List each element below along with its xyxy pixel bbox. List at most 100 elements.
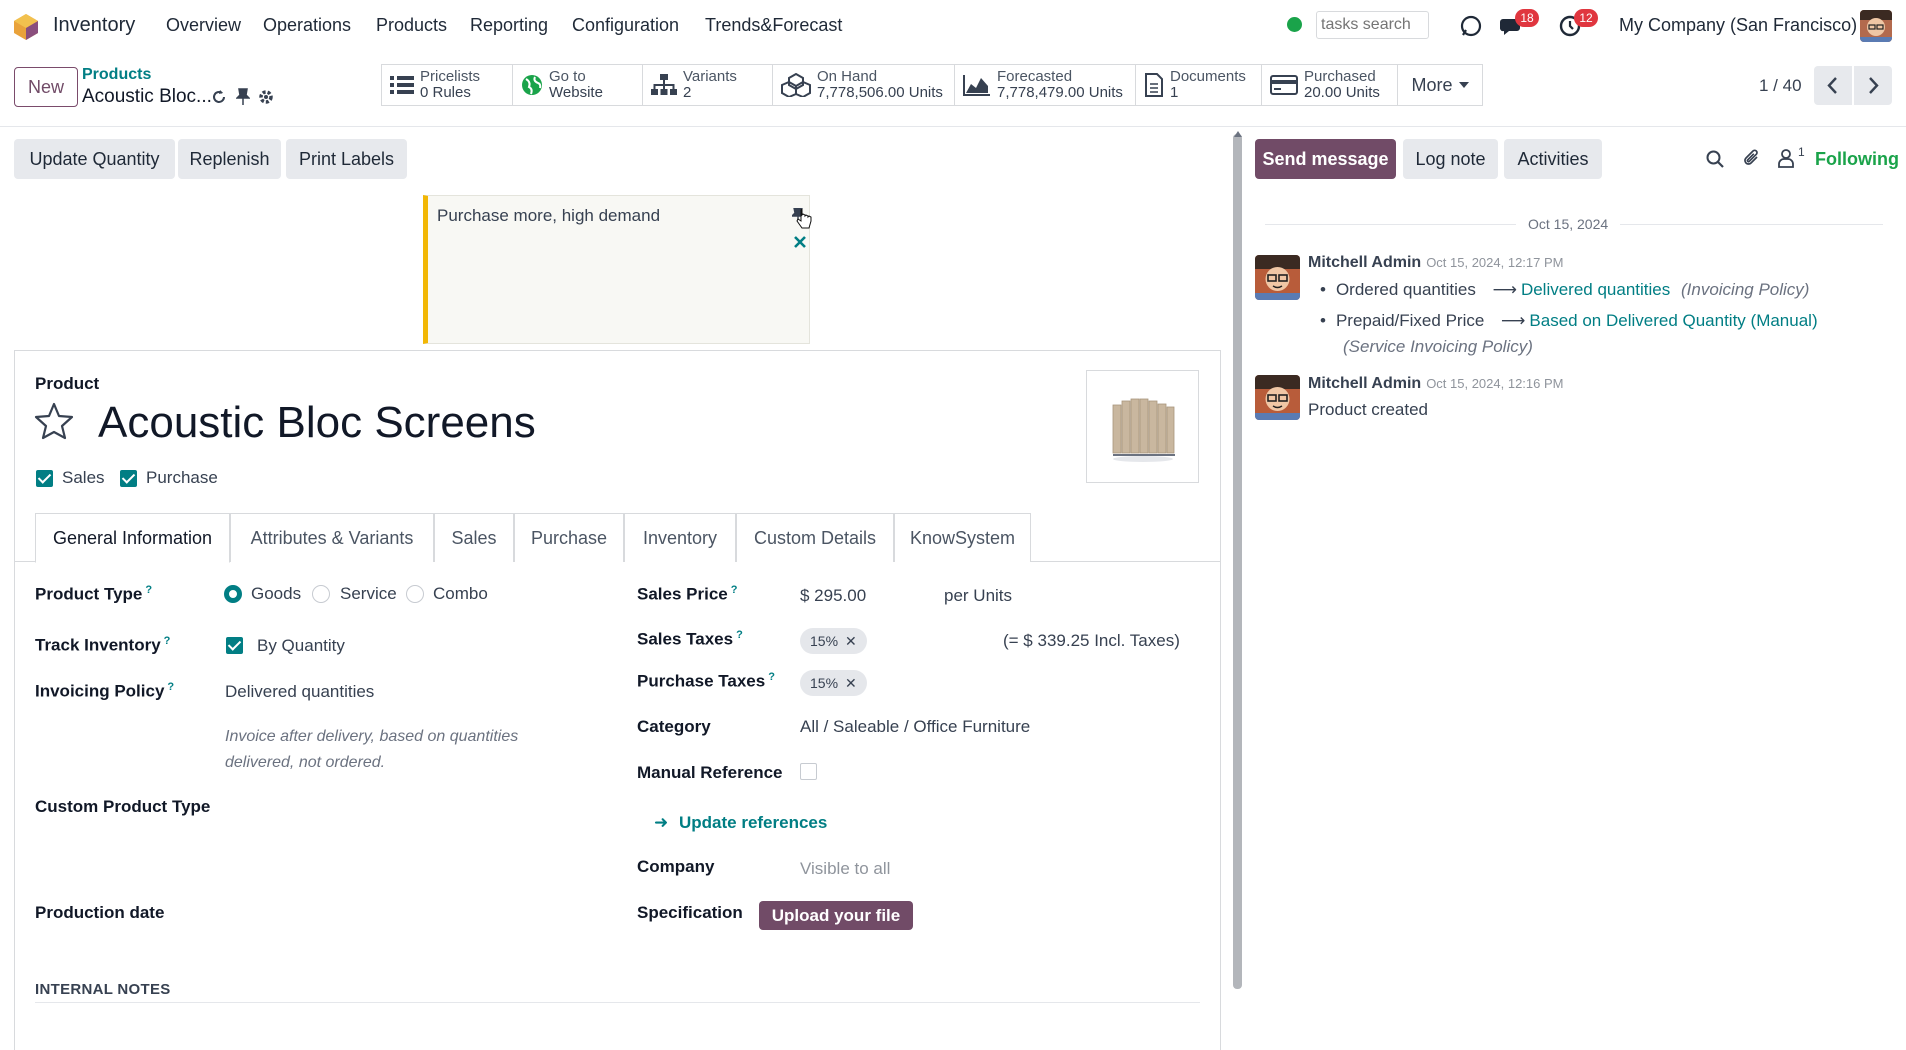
- voip-phone-icon[interactable]: [1459, 14, 1483, 38]
- cubes-icon: [781, 73, 811, 97]
- product-type-service-label[interactable]: Service: [340, 584, 397, 604]
- stat-pricelists[interactable]: Pricelists 0 Rules: [382, 65, 513, 105]
- category-label: Category: [637, 717, 711, 736]
- revert-icon[interactable]: [210, 88, 228, 106]
- purchase-taxes-label: Purchase Taxes?: [637, 671, 775, 691]
- presence-status-icon: [1287, 17, 1302, 32]
- invoicing-policy-select[interactable]: Delivered quantities: [225, 682, 374, 702]
- more-label: More: [1411, 74, 1453, 95]
- menu-reporting[interactable]: Reporting: [470, 15, 548, 36]
- replenish-button[interactable]: Replenish: [178, 139, 281, 179]
- favorite-star-icon[interactable]: [34, 402, 74, 440]
- message-author[interactable]: Mitchell Admin Oct 15, 2024, 12:17 PM: [1308, 254, 1564, 272]
- menu-trends-forecast[interactable]: Trends&Forecast: [705, 15, 842, 36]
- company-switcher[interactable]: My Company (San Francisco): [1619, 15, 1857, 36]
- update-references-button[interactable]: ➜ Update references: [654, 813, 827, 833]
- breadcrumb-parent[interactable]: Products: [82, 66, 151, 84]
- pager-next-button[interactable]: [1854, 66, 1892, 105]
- app-logo-icon[interactable]: [14, 14, 38, 40]
- sales-price-input[interactable]: $ 295.00: [800, 586, 866, 606]
- tab-inventory[interactable]: Inventory: [624, 513, 736, 562]
- stat-title: Variants: [683, 68, 737, 85]
- stat-on-hand[interactable]: On Hand 7,778,506.00 Units: [773, 65, 955, 105]
- attachment-paperclip-icon[interactable]: [1742, 148, 1762, 168]
- form-scrollbar[interactable]: [1233, 134, 1242, 989]
- product-type-label: Product Type?: [35, 584, 153, 604]
- bullet-icon: •: [1320, 311, 1326, 330]
- message-author[interactable]: Mitchell Admin Oct 15, 2024, 12:16 PM: [1308, 375, 1564, 393]
- track-inventory-value[interactable]: By Quantity: [257, 636, 345, 656]
- document-icon: [1144, 73, 1164, 97]
- product-type-service-radio[interactable]: [312, 585, 330, 603]
- pin-icon[interactable]: [236, 88, 250, 106]
- track-inventory-checkbox[interactable]: [226, 637, 243, 654]
- product-type-goods-radio[interactable]: [224, 585, 242, 603]
- activities-button[interactable]: Activities: [1504, 139, 1602, 179]
- pager-value[interactable]: 1 / 40: [1759, 76, 1802, 96]
- followers-person-icon[interactable]: [1777, 148, 1795, 168]
- following-button[interactable]: Following: [1815, 149, 1899, 170]
- product-type-combo-radio[interactable]: [406, 585, 424, 603]
- update-quantity-button[interactable]: Update Quantity: [14, 139, 175, 179]
- user-avatar[interactable]: [1860, 10, 1892, 42]
- message-author-avatar[interactable]: [1255, 375, 1300, 420]
- new-button[interactable]: New: [14, 67, 78, 107]
- log-note-button[interactable]: Log note: [1403, 139, 1498, 179]
- tab-attributes-variants[interactable]: Attributes & Variants: [230, 513, 434, 562]
- menu-operations[interactable]: Operations: [263, 15, 351, 36]
- upload-file-button[interactable]: Upload your file: [759, 901, 913, 930]
- remove-tag-icon[interactable]: ✕: [845, 675, 857, 691]
- close-note-icon[interactable]: [794, 236, 806, 248]
- tab-custom-details[interactable]: Custom Details: [736, 513, 894, 562]
- menu-configuration[interactable]: Configuration: [572, 15, 679, 36]
- tasks-search-input[interactable]: [1316, 11, 1429, 39]
- stat-title: Pricelists: [420, 68, 481, 85]
- tab-purchase[interactable]: Purchase: [514, 513, 624, 562]
- company-select[interactable]: Visible to all: [800, 859, 890, 879]
- custom-product-type-label: Custom Product Type: [35, 797, 211, 816]
- header-divider: [0, 126, 1906, 127]
- invoicing-policy-help-line-2: delivered, not ordered.: [225, 754, 386, 771]
- stat-documents[interactable]: Documents 1: [1136, 65, 1262, 105]
- product-image[interactable]: [1086, 370, 1199, 483]
- stat-value: 1: [1170, 84, 1179, 101]
- product-type-goods-label[interactable]: Goods: [251, 584, 301, 604]
- pager-previous-button[interactable]: [1814, 66, 1852, 105]
- send-message-button[interactable]: Send message: [1255, 139, 1396, 179]
- category-select[interactable]: All / Saleable / Office Furniture: [800, 717, 1030, 737]
- can-be-sold-checkbox[interactable]: [36, 470, 53, 487]
- arrow-right-icon: ➜: [654, 813, 669, 832]
- purchase-tax-tag[interactable]: 15% ✕: [800, 670, 867, 696]
- scroll-up-arrow-icon[interactable]: [1234, 131, 1242, 137]
- stat-value: 0 Rules: [420, 84, 471, 101]
- tab-sales[interactable]: Sales: [434, 513, 514, 562]
- specification-label: Specification: [637, 903, 743, 922]
- tab-general-information[interactable]: General Information: [35, 513, 230, 563]
- print-labels-button[interactable]: Print Labels: [286, 139, 407, 179]
- message-author-avatar[interactable]: [1255, 255, 1300, 300]
- stat-purchased[interactable]: Purchased 20.00 Units: [1262, 65, 1398, 105]
- message-body: Product created: [1308, 400, 1429, 419]
- stat-variants[interactable]: Variants 2: [643, 65, 773, 105]
- menu-products[interactable]: Products: [376, 15, 447, 36]
- tab-knowsystem[interactable]: KnowSystem: [894, 513, 1031, 562]
- bullet-icon: •: [1320, 280, 1326, 299]
- more-stats-dropdown[interactable]: More: [1398, 65, 1482, 105]
- date-separator: Oct 15, 2024: [1516, 216, 1621, 232]
- sales-tax-tag[interactable]: 15% ✕: [800, 628, 867, 654]
- search-messages-icon[interactable]: [1706, 150, 1724, 168]
- product-type-combo-label[interactable]: Combo: [433, 584, 488, 604]
- gear-icon[interactable]: [257, 88, 275, 106]
- stat-go-to-website[interactable]: Go to Website: [513, 65, 643, 105]
- app-name[interactable]: Inventory: [53, 14, 135, 37]
- manual-reference-checkbox[interactable]: [800, 763, 817, 780]
- internal-notes-label: INTERNAL NOTES: [35, 981, 171, 998]
- sticky-note[interactable]: Purchase more, high demand: [423, 195, 812, 344]
- remove-tag-icon[interactable]: ✕: [845, 633, 857, 649]
- menu-overview[interactable]: Overview: [166, 15, 241, 36]
- can-be-purchased-checkbox[interactable]: [120, 470, 137, 487]
- product-name-field[interactable]: Acoustic Bloc Screens: [98, 398, 536, 448]
- stat-forecasted[interactable]: Forecasted 7,778,479.00 Units: [955, 65, 1136, 105]
- can-be-purchased-label: Purchase: [146, 468, 218, 487]
- sticky-note-text[interactable]: Purchase more, high demand: [437, 206, 660, 226]
